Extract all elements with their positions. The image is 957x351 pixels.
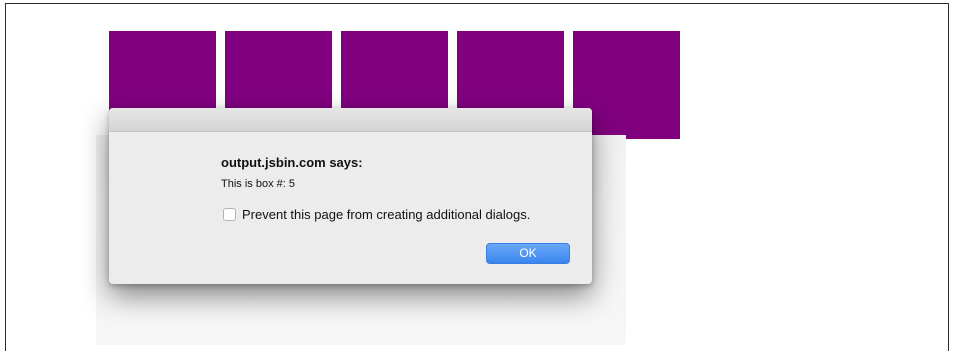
dialog-titlebar — [109, 108, 592, 132]
prevent-dialogs-checkbox[interactable] — [223, 207, 236, 221]
prevent-dialogs-option[interactable]: Prevent this page from creating addition… — [223, 206, 530, 222]
dialog-message: This is box #: 5 — [221, 178, 295, 190]
prevent-dialogs-label[interactable]: Prevent this page from creating addition… — [242, 207, 530, 222]
dialog-title: output.jsbin.com says: — [221, 155, 363, 170]
ok-button[interactable]: OK — [486, 243, 570, 264]
alert-dialog: output.jsbin.com says: This is box #: 5 … — [109, 108, 592, 284]
